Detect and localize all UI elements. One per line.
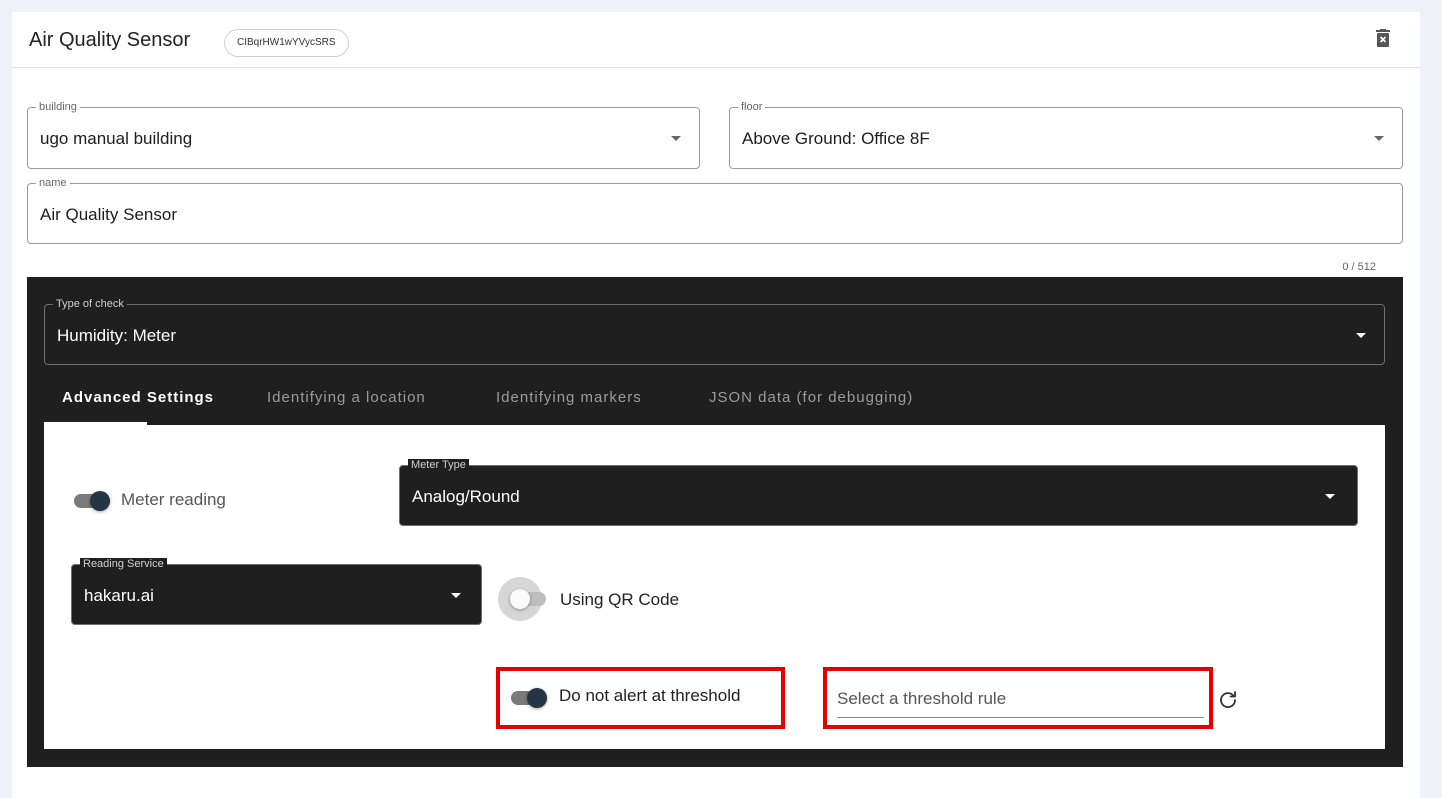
chevron-down-icon	[1190, 699, 1200, 704]
chevron-down-icon	[1374, 136, 1384, 141]
tab-identifying-markers[interactable]: Identifying markers	[496, 389, 642, 406]
chevron-down-icon	[671, 136, 681, 141]
check-type-select[interactable]: Type of check Humidity: Meter	[44, 298, 1385, 365]
id-chip: CIBqrHW1wYVycSRS	[224, 29, 349, 57]
sensor-card: Air Quality Sensor CIBqrHW1wYVycSRS buil…	[12, 12, 1420, 798]
meter-reading-label: Meter reading	[121, 490, 226, 509]
trash-icon[interactable]	[1376, 29, 1390, 47]
meter-reading-toggle[interactable]	[74, 491, 110, 511]
reading-service-value: hakaru.ai	[84, 586, 154, 605]
no-alert-label: Do not alert at threshold	[559, 686, 741, 705]
check-type-value: Humidity: Meter	[57, 326, 177, 345]
building-label: building	[36, 101, 80, 113]
threshold-rule-select[interactable]: Select a threshold rule	[837, 679, 1204, 718]
tab-identifying-location[interactable]: Identifying a location	[267, 389, 426, 406]
refresh-icon[interactable]	[1217, 688, 1239, 710]
qr-code-label: Using QR Code	[560, 590, 680, 609]
page-title: Air Quality Sensor	[29, 29, 191, 51]
meter-type-select[interactable]: Meter Type Analog/Round	[399, 459, 1358, 526]
qr-code-toggle[interactable]	[510, 589, 546, 609]
reading-service-label: Reading Service	[80, 558, 167, 570]
building-select[interactable]: building ugo manual building	[27, 101, 700, 169]
character-counter: 0 / 512	[1342, 261, 1376, 273]
check-section: Type of check Humidity: Meter Advanced S…	[27, 277, 1403, 767]
floor-label: floor	[738, 101, 766, 113]
name-field[interactable]: name Air Quality Sensor	[27, 177, 1403, 244]
threshold-rule-placeholder: Select a threshold rule	[837, 689, 1007, 708]
advanced-settings-panel: Meter reading Meter Type Analog/Round Re…	[44, 425, 1385, 749]
meter-type-label: Meter Type	[408, 459, 469, 471]
no-alert-toggle[interactable]	[511, 688, 547, 708]
check-type-label: Type of check	[53, 298, 127, 310]
building-value: ugo manual building	[40, 129, 193, 148]
chevron-down-icon	[1356, 333, 1366, 338]
floor-value: Above Ground: Office 8F	[742, 129, 930, 148]
floor-select[interactable]: floor Above Ground: Office 8F	[729, 101, 1403, 169]
name-value: Air Quality Sensor	[40, 205, 177, 224]
name-label: name	[36, 177, 70, 189]
chevron-down-icon	[1325, 494, 1335, 499]
meter-type-value: Analog/Round	[412, 487, 520, 506]
chevron-down-icon	[451, 593, 461, 598]
tab-advanced-settings[interactable]: Advanced Settings	[62, 389, 214, 406]
tab-json-data[interactable]: JSON data (for debugging)	[709, 389, 913, 406]
reading-service-select[interactable]: Reading Service hakaru.ai	[71, 558, 482, 625]
card-header: Air Quality Sensor CIBqrHW1wYVycSRS	[12, 12, 1420, 68]
